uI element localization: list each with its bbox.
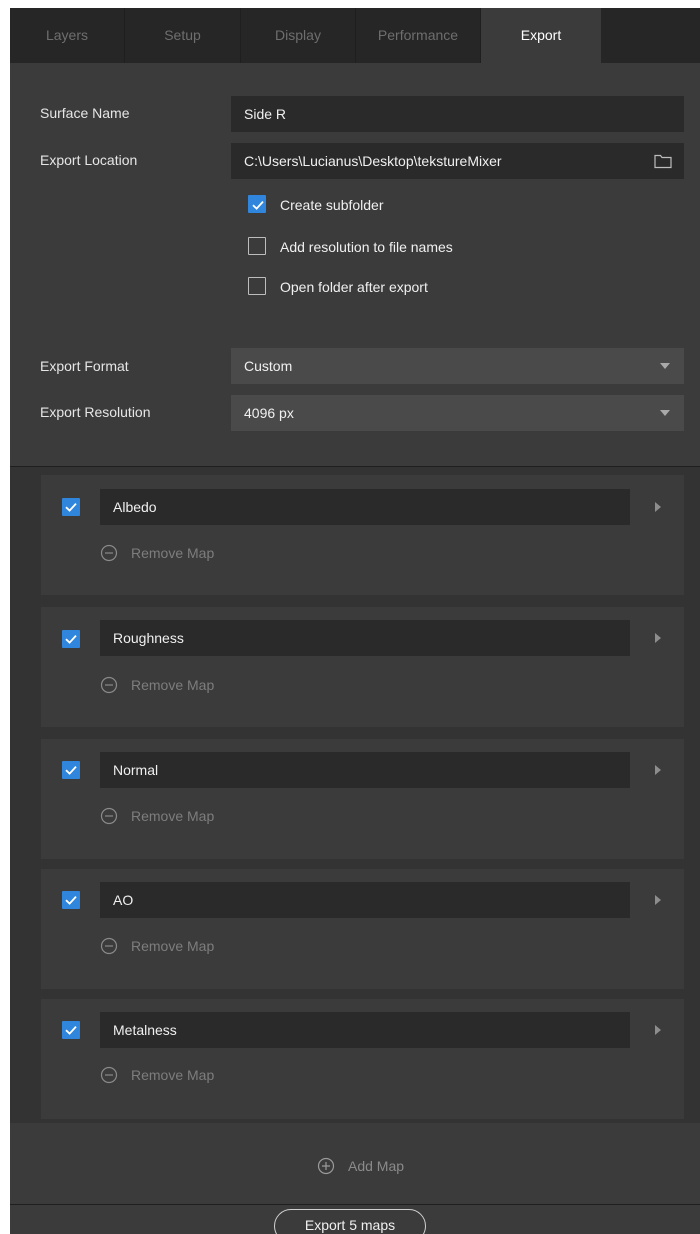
- remove-map-label: Remove Map: [131, 938, 215, 954]
- export-resolution-value: 4096 px: [244, 405, 294, 421]
- map-enable-checkbox[interactable]: [62, 498, 80, 516]
- map-name-field[interactable]: Normal: [100, 752, 630, 788]
- map-enable-checkbox[interactable]: [62, 891, 80, 909]
- remove-map-label: Remove Map: [131, 1067, 215, 1083]
- expand-arrow-icon[interactable]: [655, 895, 661, 905]
- checkbox-empty-icon: [248, 277, 266, 295]
- minus-circle-icon: [100, 544, 118, 562]
- remove-map-label: Remove Map: [131, 677, 215, 693]
- tab-export[interactable]: Export: [481, 8, 601, 63]
- check-icon: [65, 502, 77, 512]
- export-format-value: Custom: [244, 358, 293, 374]
- minus-circle-icon: [100, 807, 118, 825]
- export-format-label: Export Format: [40, 358, 129, 374]
- export-panel: Layers Setup Display Performance Export …: [10, 8, 700, 1234]
- expand-arrow-icon[interactable]: [655, 502, 661, 512]
- export-location-label: Export Location: [40, 152, 138, 168]
- tab-layers[interactable]: Layers: [10, 8, 125, 63]
- open-folder-label: Open folder after export: [280, 279, 428, 295]
- map-card: Metalness Remove Map: [41, 999, 684, 1119]
- map-enable-checkbox[interactable]: [62, 630, 80, 648]
- tab-display[interactable]: Display: [241, 8, 356, 63]
- map-name-field[interactable]: AO: [100, 882, 630, 918]
- chevron-down-icon: [660, 410, 670, 416]
- folder-icon[interactable]: [654, 153, 672, 169]
- map-card: Roughness Remove Map: [41, 607, 684, 727]
- map-name-field[interactable]: Roughness: [100, 620, 630, 656]
- remove-map-label: Remove Map: [131, 808, 215, 824]
- remove-map-label: Remove Map: [131, 545, 215, 561]
- surface-name-label: Surface Name: [40, 105, 130, 121]
- checkbox-checked-icon: [248, 195, 266, 213]
- add-resolution-label: Add resolution to file names: [280, 239, 453, 255]
- export-format-select[interactable]: Custom: [231, 348, 684, 384]
- check-icon: [65, 895, 77, 905]
- map-enable-checkbox[interactable]: [62, 1021, 80, 1039]
- map-enable-checkbox[interactable]: [62, 761, 80, 779]
- checkbox-empty-icon: [248, 237, 266, 255]
- expand-arrow-icon[interactable]: [655, 1025, 661, 1035]
- chevron-down-icon: [660, 363, 670, 369]
- export-location-field[interactable]: C:\Users\Lucianus\Desktop\tekstureMixer: [231, 143, 684, 179]
- check-icon: [65, 765, 77, 775]
- surface-name-input[interactable]: Side R: [231, 96, 684, 132]
- minus-circle-icon: [100, 937, 118, 955]
- expand-arrow-icon[interactable]: [655, 765, 661, 775]
- map-card: AO Remove Map: [41, 869, 684, 989]
- tab-setup[interactable]: Setup: [125, 8, 241, 63]
- export-resolution-label: Export Resolution: [40, 404, 151, 420]
- check-icon: [65, 1025, 77, 1035]
- map-card: Normal Remove Map: [41, 739, 684, 859]
- expand-arrow-icon[interactable]: [655, 633, 661, 643]
- check-icon: [65, 634, 77, 644]
- map-name-field[interactable]: Metalness: [100, 1012, 630, 1048]
- minus-circle-icon: [100, 676, 118, 694]
- minus-circle-icon: [100, 1066, 118, 1084]
- export-resolution-select[interactable]: 4096 px: [231, 395, 684, 431]
- export-settings: Surface Name Side R Export Location C:\U…: [10, 63, 700, 466]
- tab-bar: Layers Setup Display Performance Export: [10, 8, 700, 63]
- map-name-field[interactable]: Albedo: [100, 489, 630, 525]
- export-location-path: C:\Users\Lucianus\Desktop\tekstureMixer: [244, 153, 502, 169]
- create-subfolder-label: Create subfolder: [280, 197, 384, 213]
- map-card: Albedo Remove Map: [41, 475, 684, 595]
- export-maps-button[interactable]: Export 5 maps: [274, 1209, 426, 1234]
- tab-performance[interactable]: Performance: [356, 8, 481, 63]
